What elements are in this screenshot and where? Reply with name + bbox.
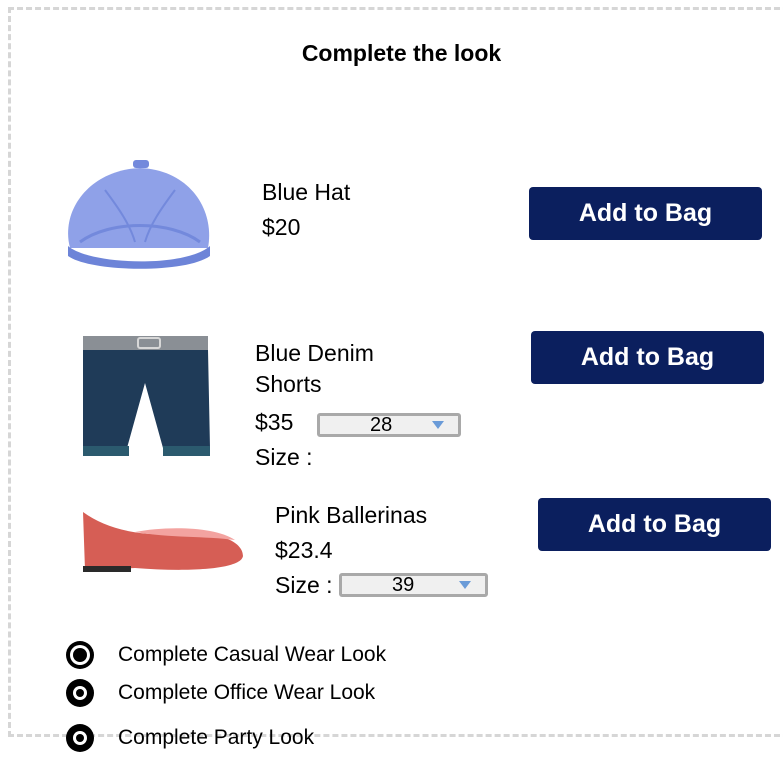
product-price: $35 bbox=[255, 409, 294, 435]
look-option-label: Complete Casual Wear Look bbox=[118, 643, 387, 666]
product-name: Blue Denim Shorts bbox=[255, 338, 425, 400]
look-option-label: Complete Office Wear Look bbox=[118, 681, 376, 704]
size-select[interactable]: 39 bbox=[339, 573, 488, 597]
add-to-bag-button[interactable]: Add to Bag bbox=[531, 331, 764, 384]
size-select[interactable]: 28 bbox=[317, 413, 461, 437]
radio-icon[interactable] bbox=[66, 679, 94, 707]
look-option-office[interactable]: Complete Office Wear Look bbox=[66, 679, 375, 707]
chevron-down-icon bbox=[459, 581, 471, 589]
size-label: Size : bbox=[255, 444, 313, 470]
pink-ballerinas-image bbox=[75, 500, 250, 580]
blue-hat-image bbox=[50, 150, 220, 275]
page-title: Complete the look bbox=[301, 40, 502, 66]
blue-denim-shorts-image bbox=[78, 328, 213, 458]
product-name-text: Blue Denim Shorts bbox=[255, 340, 374, 397]
look-option-label: Complete Party Look bbox=[118, 726, 315, 749]
radio-selected-icon[interactable] bbox=[66, 641, 94, 669]
radio-icon[interactable] bbox=[66, 724, 94, 752]
add-to-bag-button[interactable]: Add to Bag bbox=[529, 187, 762, 240]
product-name: Pink Ballerinas bbox=[275, 502, 428, 528]
look-option-casual[interactable]: Complete Casual Wear Look bbox=[66, 641, 386, 669]
chevron-down-icon bbox=[432, 421, 444, 429]
size-label: Size : bbox=[275, 572, 333, 598]
add-to-bag-button[interactable]: Add to Bag bbox=[538, 498, 771, 551]
size-value: 28 bbox=[370, 414, 393, 436]
size-value: 39 bbox=[392, 574, 415, 596]
product-price: $20 bbox=[262, 214, 301, 240]
product-name: Blue Hat bbox=[262, 179, 351, 205]
product-price: $23.4 bbox=[275, 537, 333, 563]
look-option-party[interactable]: Complete Party Look bbox=[66, 724, 314, 752]
